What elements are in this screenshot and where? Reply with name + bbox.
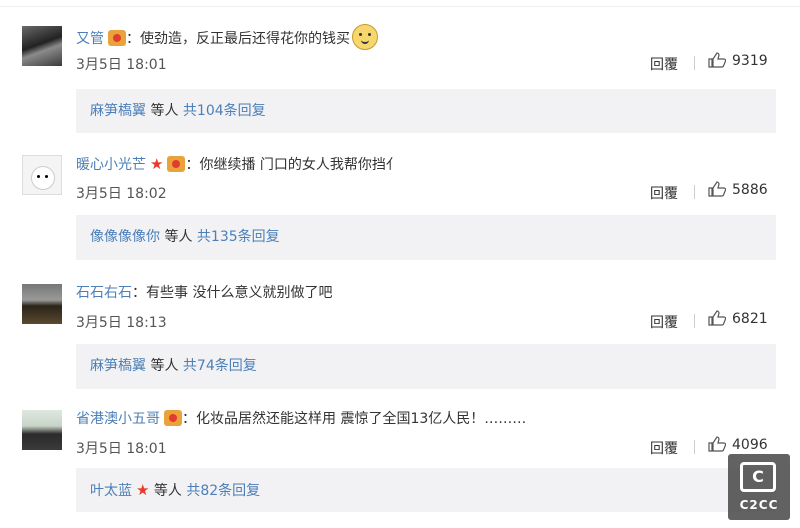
replies-count-link[interactable]: 共104条回复: [183, 103, 266, 119]
reply-button[interactable]: 回覆: [650, 54, 678, 74]
like-count: 5886: [732, 182, 768, 198]
comment-text: ：你继续播 门口的女人我帮你挡亻: [185, 157, 400, 173]
replies-others-label: 等人: [146, 103, 183, 119]
replies-count-link[interactable]: 共135条回复: [197, 229, 280, 245]
bear-eye: [37, 175, 40, 178]
member-badge-icon[interactable]: [108, 30, 126, 46]
replies-others-label: 等人: [146, 358, 183, 374]
username-link[interactable]: 暖心小光芒: [76, 157, 146, 173]
like-count: 9319: [732, 53, 768, 69]
top-divider: [0, 0, 800, 7]
avatar[interactable]: [22, 410, 62, 450]
like-button[interactable]: 6821: [708, 310, 768, 327]
comment-text: ：使劲造，反正最后还得花你的钱买: [126, 31, 350, 47]
like-button[interactable]: 4096: [708, 436, 768, 453]
comment-text: ：化妆品居然还能这样用 震惊了全国13亿人民！………: [182, 411, 527, 427]
replies-summary[interactable]: 麻笋槗翼 等人 共74条回复: [76, 344, 776, 389]
replies-others-label: 等人: [160, 229, 197, 245]
username-link[interactable]: 省港澳小五哥: [76, 411, 160, 427]
comment-time: 3月5日 18:13: [76, 315, 167, 331]
thumbs-up-icon: [708, 310, 726, 326]
reply-user-link[interactable]: 麻笋槗翼: [90, 103, 146, 119]
comment-time: 3月5日 18:01: [76, 441, 167, 457]
like-button[interactable]: 9319: [708, 52, 768, 69]
reply-button[interactable]: 回覆: [650, 312, 678, 332]
action-divider: [694, 440, 695, 454]
reply-button[interactable]: 回覆: [650, 438, 678, 458]
bear-face-icon: [31, 166, 55, 190]
action-divider: [694, 314, 695, 328]
like-count: 4096: [732, 437, 768, 453]
avatar[interactable]: [22, 155, 62, 195]
reply-user-link[interactable]: 叶太蓝: [90, 483, 132, 499]
watermark-text: C2CC: [739, 498, 779, 512]
member-badge-icon[interactable]: [167, 156, 186, 172]
replies-summary[interactable]: 叶太蓝 ★ 等人 共82条回复: [76, 468, 776, 512]
comment-text: ：有些事 没什么意义就别做了吧: [132, 285, 333, 301]
action-divider: [694, 56, 695, 70]
username-link[interactable]: 石石右石: [76, 285, 132, 301]
dog-emoji-icon: [352, 24, 378, 50]
like-count: 6821: [732, 311, 768, 327]
watermark-symbol: C: [740, 462, 776, 492]
thumbs-up-icon: [708, 181, 726, 197]
reply-user-link[interactable]: 麻笋槗翼: [90, 358, 146, 374]
star-icon[interactable]: ★: [150, 155, 163, 173]
watermark-logo: C C2CC: [728, 454, 790, 520]
like-button[interactable]: 5886: [708, 181, 768, 198]
replies-count-link[interactable]: 共82条回复: [186, 483, 260, 499]
bear-eye: [45, 175, 48, 178]
reply-button[interactable]: 回覆: [650, 183, 678, 203]
replies-summary[interactable]: 像像像像你 等人 共135条回复: [76, 215, 776, 260]
thumbs-up-icon: [708, 52, 726, 68]
comment-time: 3月5日 18:02: [76, 186, 167, 202]
replies-others-label: 等人: [149, 483, 187, 499]
member-badge-icon[interactable]: [164, 410, 182, 426]
replies-count-link[interactable]: 共74条回复: [183, 358, 257, 374]
username-link[interactable]: 又管: [76, 31, 104, 47]
action-divider: [694, 185, 695, 199]
reply-user-link[interactable]: 像像像像你: [90, 229, 160, 245]
thumbs-up-icon: [708, 436, 726, 452]
avatar[interactable]: [22, 284, 62, 324]
replies-summary[interactable]: 麻笋槗翼 等人 共104条回复: [76, 89, 776, 133]
avatar[interactable]: [22, 26, 62, 66]
comment-time: 3月5日 18:01: [76, 57, 167, 73]
star-icon: ★: [136, 481, 150, 499]
